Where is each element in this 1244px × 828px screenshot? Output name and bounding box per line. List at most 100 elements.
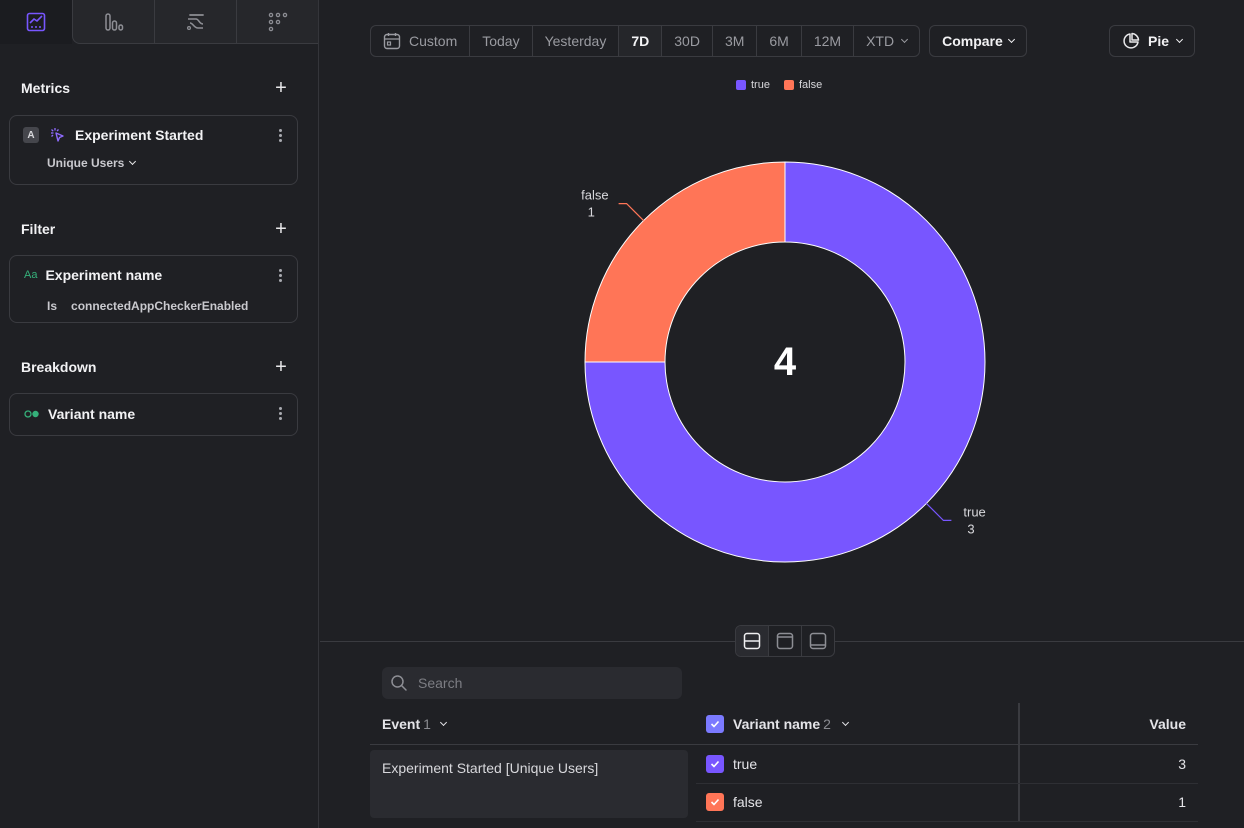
donut-total-label: 4 [774,340,797,384]
date-range-30d[interactable]: 30D [662,26,713,56]
chart-type-dropdown[interactable]: Pie [1109,25,1196,57]
metric-card[interactable]: A Experiment Started Unique Users [9,115,298,185]
metric-more-menu-icon[interactable] [279,129,283,142]
legend-label-false: false [798,79,823,91]
table-search[interactable] [382,667,682,699]
row-divider [696,783,1198,784]
chart-legend: true false [736,79,822,91]
column-header-variant[interactable]: Variant name 2 [706,714,849,734]
select-all-variants-checkbox[interactable] [706,715,724,733]
check-icon [710,798,720,806]
date-range-6m[interactable]: 6M [757,26,802,56]
date-range-custom[interactable]: Custom [371,26,471,56]
leader-line-false [618,203,645,222]
breakdown-more-menu-icon[interactable] [279,407,283,420]
report-type-tabs [0,0,318,44]
compare-button[interactable]: Compare [929,25,1027,57]
layout-chart-only-button[interactable] [769,626,802,656]
chevron-down-icon [439,718,447,727]
check-icon [710,760,720,768]
breakdown-card[interactable]: Variant name [9,393,298,436]
legend-item-false[interactable]: false [783,79,823,91]
date-range-3m[interactable]: 3M [713,26,758,56]
metric-letter-badge: A [23,127,39,143]
date-range-xtd-label: XTD [866,33,895,49]
filter-title: Filter [21,221,56,237]
row-checkbox-false[interactable] [706,793,724,811]
bar-chart-icon [104,13,123,31]
column-value-label: Value [1149,716,1186,732]
chart-toolbar: Custom Today Yesterday 7D 30D 3M 6M 12M … [370,25,1027,57]
date-range-xtd[interactable]: XTD [854,26,919,56]
tab-funnels[interactable] [73,0,155,44]
date-range-selector: Custom Today Yesterday 7D 30D 3M 6M 12M … [370,25,921,57]
slice-value-false: 1 [588,205,595,220]
column-header-value[interactable]: Value [1149,714,1186,734]
query-sidebar: Metrics + A Experiment Started Unique Us… [0,0,319,828]
date-range-yesterday[interactable]: Yesterday [533,26,620,56]
add-filter-button[interactable]: + [271,219,291,239]
check-icon [710,720,720,728]
value-column-divider[interactable] [1018,703,1020,821]
filter-property-name[interactable]: Experiment name [45,267,162,283]
top-panel-icon [776,632,794,650]
insights-chart-icon [26,12,46,32]
search-input[interactable] [418,675,658,691]
tab-retention[interactable] [237,0,318,44]
tab-flows[interactable] [155,0,237,44]
metrics-title: Metrics [21,80,71,96]
metric-event-name[interactable]: Experiment Started [75,127,203,143]
breakdown-section-header: Breakdown + [21,357,291,377]
search-icon [391,675,407,691]
chevron-down-icon [129,157,137,166]
legend-swatch-false [783,80,794,90]
filter-operator[interactable]: Is [47,299,57,313]
event-cell-label: Experiment Started [Unique Users] [382,760,599,776]
calendar-icon [383,33,401,50]
chevron-down-icon [841,718,849,727]
date-range-7d[interactable]: 7D [619,26,663,56]
filter-section-header: Filter + [21,219,291,239]
table-row[interactable]: true [706,754,757,774]
row-variant-label: false [733,794,763,810]
chevron-down-icon [1007,35,1015,44]
row-divider [696,821,1198,822]
layout-toggle [735,625,835,657]
layout-split-button[interactable] [736,626,769,656]
add-breakdown-button[interactable]: + [271,357,291,377]
breakdown-property-name[interactable]: Variant name [48,406,135,422]
row-checkbox-true[interactable] [706,755,724,773]
add-metric-button[interactable]: + [271,78,291,98]
breakdown-title: Breakdown [21,359,97,375]
date-range-today[interactable]: Today [470,26,533,56]
metrics-section-header: Metrics + [21,78,291,98]
legend-swatch-true [736,80,746,90]
split-view-icon [743,632,761,650]
segment-icon [24,410,39,418]
column-event-label: Event [382,716,421,732]
layout-table-only-button[interactable] [802,626,834,656]
slice-label-true: true [963,504,985,519]
tab-insights[interactable] [0,0,72,44]
donut-slice-false[interactable] [584,161,786,363]
pie-chart-icon [1123,32,1140,49]
date-range-custom-label: Custom [409,33,458,49]
column-variant-label: Variant name [733,716,821,732]
row-value: 3 [1178,756,1186,772]
column-header-event[interactable]: Event 1 [382,714,447,734]
measure-label: Unique Users [47,156,125,170]
legend-item-true[interactable]: true [736,79,770,91]
filter-card[interactable]: Aa Experiment name Is connectedAppChecke… [9,255,298,323]
chevron-down-icon [1175,35,1184,44]
filter-more-menu-icon[interactable] [279,269,283,282]
flows-icon [186,14,204,31]
filter-value[interactable]: connectedAppCheckerEnabled [71,299,248,313]
table-row[interactable]: false [706,792,763,812]
chart-type-label: Pie [1148,33,1170,49]
date-range-12m[interactable]: 12M [802,26,855,56]
donut-chart: true 3 false 1 4 [581,161,986,563]
leader-line-true [925,502,952,521]
compare-label: Compare [942,33,1003,49]
legend-label-true: true [751,79,770,91]
measure-dropdown[interactable]: Unique Users [47,156,137,170]
